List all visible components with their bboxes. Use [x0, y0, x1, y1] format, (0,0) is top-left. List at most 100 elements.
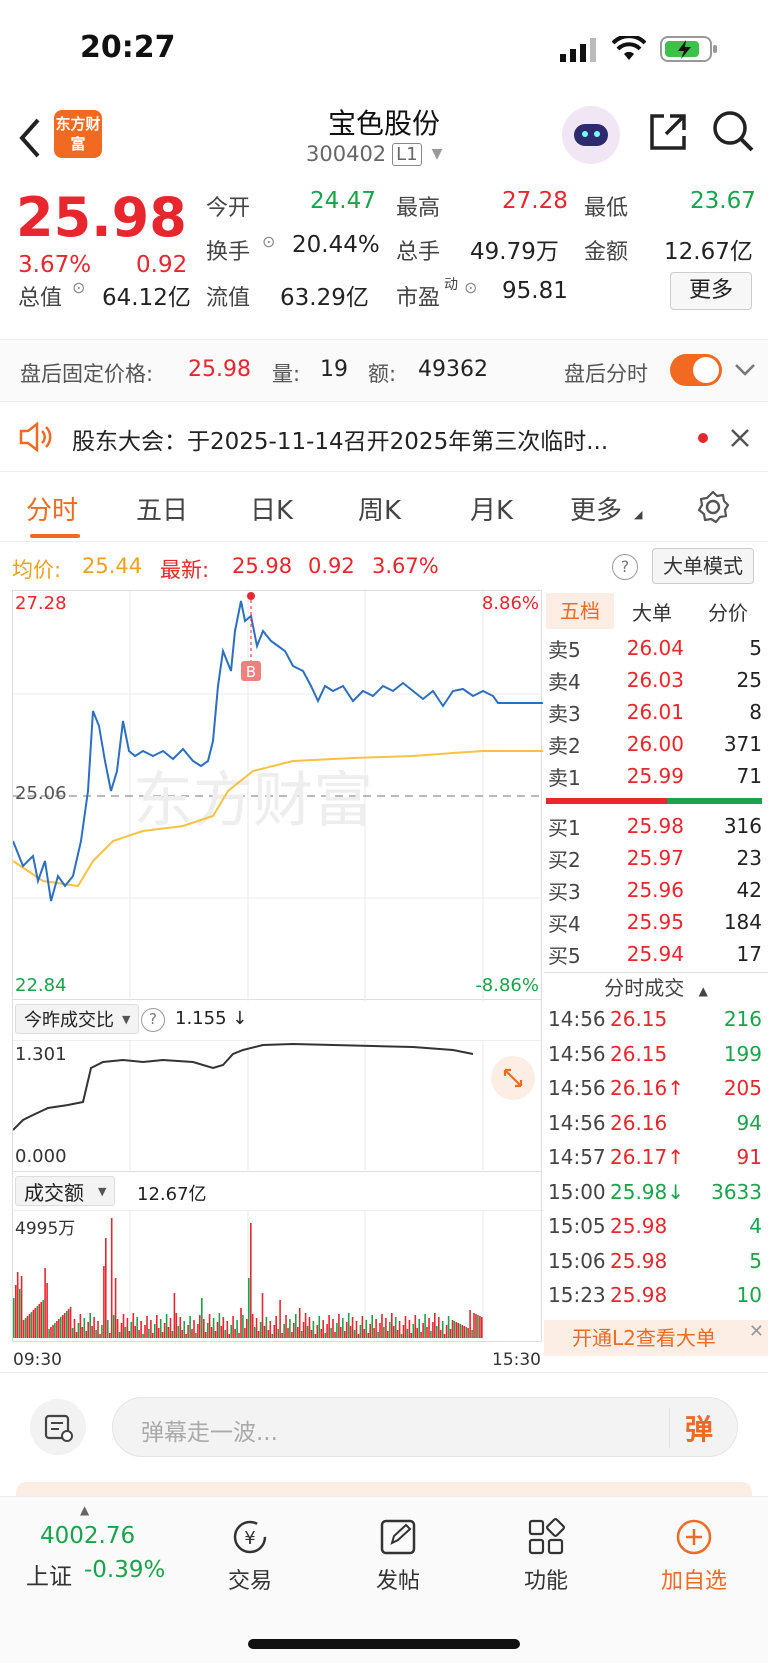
amount-bar: [240, 1308, 242, 1338]
info-icon[interactable]: ⊙: [464, 278, 477, 297]
latest-change: 0.92: [308, 554, 355, 578]
notice-bar[interactable]: 股东大会：于2025-11-14召开2025年第三次临时...: [0, 402, 768, 472]
amount-bar: [357, 1334, 360, 1338]
trade-row: 15:23 25.98 10: [544, 1278, 768, 1313]
latest-value: 25.98: [232, 554, 293, 578]
chevron-down-icon[interactable]: [734, 362, 756, 378]
settings-gear-icon[interactable]: [696, 490, 730, 524]
bid-row-price: 25.94: [626, 942, 684, 966]
amount-bar: [428, 1318, 430, 1338]
trade-row-price: 25.98↓: [610, 1179, 685, 1204]
amount-bar: [285, 1315, 287, 1338]
tab-more[interactable]: 更多: [570, 490, 622, 527]
notice-text: 股东大会：于2025-11-14召开2025年第三次临时...: [72, 429, 609, 455]
help-icon[interactable]: ?: [612, 554, 638, 580]
index-value[interactable]: 4002.76: [40, 1523, 135, 1549]
assistant-avatar[interactable]: [562, 106, 620, 164]
bid-row-label: 买1: [548, 815, 581, 840]
amount-bar: [224, 1330, 227, 1338]
add-watchlist-button[interactable]: 加自选: [634, 1517, 754, 1595]
intraday-chart[interactable]: 东方财富 B 27.28 25.06 22.84 8.86% -8.86%: [12, 590, 543, 1001]
grid-icon: [528, 1518, 565, 1555]
ratio-line: [13, 1042, 474, 1131]
amount-bar: [87, 1322, 89, 1338]
tab-intraday[interactable]: 分时: [26, 490, 78, 527]
amount-bar: [40, 1302, 42, 1338]
tab-price-dist[interactable]: 分价: [690, 597, 766, 626]
danmaku-send-button[interactable]: 弹: [685, 1408, 713, 1448]
amount-value: 12.67亿: [664, 239, 753, 265]
tab-daily-k[interactable]: 日K: [250, 490, 293, 527]
tab-big-orders[interactable]: 大单: [614, 597, 690, 626]
post-button[interactable]: 发帖: [338, 1517, 458, 1595]
tab-monthly-k[interactable]: 月K: [470, 490, 513, 527]
danmaku-settings-icon[interactable]: [30, 1399, 86, 1455]
amount-bar: [48, 1329, 50, 1338]
info-icon[interactable]: ⊙: [72, 278, 85, 297]
signal-icon: [560, 38, 596, 62]
amount-bar: [62, 1315, 64, 1338]
danmaku-input[interactable]: 弹幕走一波... 弹: [112, 1397, 738, 1457]
trade-button[interactable]: ¥ 交易: [190, 1517, 310, 1595]
info-icon[interactable]: ⊙: [262, 232, 275, 251]
amount-selector[interactable]: 成交额 ▼: [15, 1176, 116, 1206]
amount-bar: [287, 1328, 289, 1338]
amount-bar: [281, 1333, 283, 1338]
bid-row-label: 买5: [548, 943, 581, 968]
amount-y-max: 4995万: [15, 1219, 76, 1239]
amount-bar: [244, 1328, 246, 1338]
turnover-value: 20.44%: [292, 232, 380, 258]
amount-bar: [118, 1332, 121, 1338]
amount-chart[interactable]: 成交额 ▼ 12.67亿 4995万 09:30 15:30: [12, 1172, 543, 1370]
amount-bar: [447, 1316, 450, 1338]
amount-bar: [193, 1320, 195, 1338]
stock-code-row[interactable]: 300402 L1 ▼: [306, 142, 442, 166]
after-hours-toggle[interactable]: [670, 354, 722, 386]
ask-row-price: 26.03: [626, 668, 684, 692]
l2-promo[interactable]: 开通L2查看大单 ✕: [544, 1320, 768, 1356]
more-button[interactable]: 更多: [670, 272, 752, 310]
pct-max-label: 8.86%: [481, 593, 539, 614]
close-icon[interactable]: [730, 428, 750, 448]
amount-bar: [371, 1315, 373, 1338]
bid-row: 买5 25.94 17: [544, 938, 768, 970]
caret-up-icon: ▲: [698, 984, 708, 998]
amount-label: 金额: [584, 240, 629, 265]
amount-bar: [30, 1312, 33, 1338]
functions-button[interactable]: 功能: [486, 1517, 606, 1595]
big-order-mode-button[interactable]: 大单模式: [652, 548, 754, 584]
trades-title-row[interactable]: 分时成交 ▲: [544, 972, 768, 1002]
share-icon[interactable]: [648, 112, 688, 152]
amount-bar: [310, 1330, 313, 1338]
trade-icon: ¥: [233, 1520, 267, 1554]
tab-weekly-k[interactable]: 周K: [358, 490, 401, 527]
tab-five-day[interactable]: 五日: [136, 490, 188, 527]
amount-bar: [283, 1324, 285, 1338]
trade-row-price: 26.16↑: [610, 1076, 685, 1101]
chart-tabs: 分时 五日 日K 周K 月K 更多 ◢: [0, 472, 768, 542]
index-name[interactable]: 上证: [26, 1557, 72, 1591]
ask-row-label: 卖2: [548, 733, 581, 758]
amount-bar: [156, 1315, 158, 1338]
amount-bar: [465, 1327, 467, 1338]
amount-bar: [140, 1321, 142, 1338]
search-icon[interactable]: [712, 110, 756, 154]
amount-bar: [332, 1319, 334, 1338]
amount-bar: [349, 1326, 352, 1338]
after-price-label: 盘后固定价格:: [20, 362, 154, 386]
index-pct[interactable]: -0.39%: [84, 1557, 165, 1583]
tab-five-levels[interactable]: 五档: [546, 593, 614, 629]
amount-bar: [455, 1322, 458, 1338]
amount-bar: [159, 1319, 162, 1338]
volume-ratio-chart[interactable]: 今昨成交比 ▼ ? 1.155 ↓ 1.301 0.000: [12, 1000, 543, 1172]
ratio-selector[interactable]: 今昨成交比 ▼: [15, 1004, 140, 1034]
trade-row-price: 26.17↑: [610, 1145, 685, 1170]
close-icon[interactable]: ✕: [749, 1314, 764, 1350]
bid-list: 买1 25.98 316 买2 25.97 23 买3 25.96 42 买4 25.95 184 买5…: [544, 810, 768, 970]
expand-icon[interactable]: [491, 1056, 535, 1100]
float-value: 63.29亿: [280, 285, 369, 311]
amount-bar: [246, 1319, 248, 1338]
ask-row: 卖5 26.04 5: [544, 632, 768, 664]
ratio-y-max: 1.301: [15, 1044, 67, 1065]
help-icon[interactable]: ?: [141, 1008, 165, 1032]
